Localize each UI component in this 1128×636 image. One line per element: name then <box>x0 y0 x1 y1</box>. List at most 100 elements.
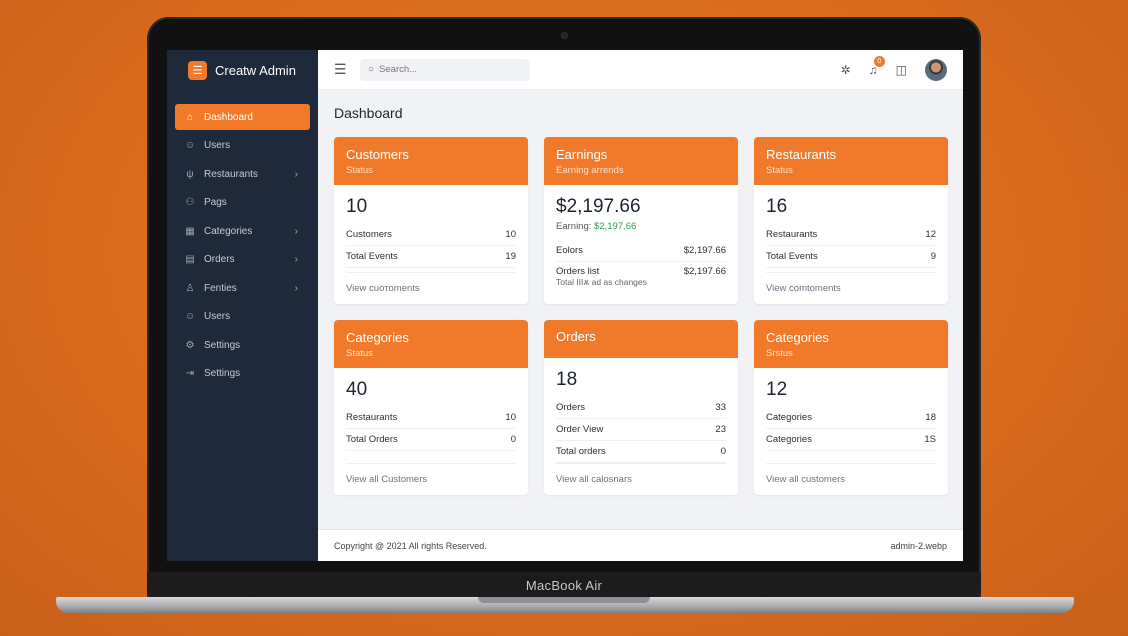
search-box: ○ <box>360 58 530 81</box>
card-row: Customers 10 <box>346 224 516 246</box>
row-label: Restaurants <box>766 229 818 240</box>
bell-icon[interactable]: ♫ 0 <box>869 55 885 77</box>
card-row: Eolors $2,197.66 <box>556 240 726 262</box>
card-metric: 40 <box>346 379 368 400</box>
card-subtitle: Status <box>766 165 793 176</box>
sidebar-item-label: Users <box>204 311 231 322</box>
card-row: Categories 1S <box>766 429 936 451</box>
card-header: Categories Status <box>334 320 528 368</box>
row-value: 9 <box>930 251 936 262</box>
card-metric: 18 <box>556 369 578 390</box>
earning-line: Earning: $2,197.66 <box>556 221 726 232</box>
row-value: $2,197.66 <box>683 245 726 256</box>
menu-icon[interactable]: ☰ <box>334 61 352 78</box>
card-footer-link[interactable]: View all calosnars <box>556 463 726 495</box>
card-row: Order View 23 <box>556 419 726 441</box>
sidebar-item-label: Fenties <box>204 282 237 294</box>
bezel-bottom: MacBook Air <box>147 572 981 598</box>
earning-value: $2,197.66 <box>594 221 637 232</box>
row-label: Eolors <box>556 245 583 256</box>
sidebar-item-categories[interactable]: ▦ Categories › <box>175 218 310 244</box>
card-header: Categories Srstus <box>754 320 948 368</box>
card-footer-link[interactable]: View comtoments <box>766 272 936 304</box>
card-categories-2: Categories Srstus 12 Categories 18 Catego… <box>754 320 948 495</box>
card-header: Customers Status <box>334 137 528 185</box>
card-grid: Customers Status 10 Customers 10 Total Ev… <box>334 137 948 495</box>
row-label: Total Events <box>346 251 398 262</box>
row-label: Total Events <box>766 251 818 262</box>
card-earnings: Earnings Earning arrends $2,197.66 Earni… <box>544 137 738 304</box>
topbar-actions: ✲ ♫ 0 ◫ <box>841 55 947 81</box>
sidebar-item-settings[interactable]: ⚙ Settings <box>175 332 310 358</box>
chevron-right-icon: › <box>294 282 298 294</box>
sidebar-item-users-2[interactable]: ☺ Users <box>175 304 310 330</box>
page-title: Dashboard <box>334 105 403 121</box>
logout-icon: ⇥ <box>185 368 195 379</box>
card-body: 12 Categories 18 Categories 1S View all cu… <box>754 368 948 495</box>
utensils-icon: ψ <box>186 168 194 180</box>
content: Dashboard Customers Status 10 Customers 1… <box>318 90 963 529</box>
sidebar-item-label: Pags <box>204 197 227 208</box>
user-icon: ☺ <box>184 311 196 322</box>
card-header: Orders <box>544 320 738 358</box>
card-title: Customers <box>346 147 409 162</box>
avatar[interactable] <box>925 58 947 81</box>
card-body: 40 Restaurants 10 Total Orders 0 View all … <box>334 368 528 495</box>
card-footer-link[interactable]: View all Customers <box>346 463 516 495</box>
brand[interactable]: ☰ Creatw Admin <box>167 50 318 90</box>
sidebar-item-restaurants[interactable]: ψ Restaurants › <box>175 161 310 187</box>
sidebar-item-settings-2[interactable]: ⇥ Settings <box>175 361 310 387</box>
card-subtitle: Srstus <box>766 348 793 359</box>
search-input[interactable] <box>379 64 510 75</box>
card-row: Total Orders 0 <box>346 429 516 451</box>
card-metric: 12 <box>766 379 788 400</box>
row-value: 18 <box>925 412 936 423</box>
card-body: 16 Restaurants 12 Total Events 9 View comt… <box>754 185 948 304</box>
row-label: Customers <box>346 229 392 240</box>
card-title: Categories <box>346 330 409 345</box>
row-value: 19 <box>505 251 516 262</box>
row-value: 10 <box>505 412 516 423</box>
notification-badge: 0 <box>873 55 885 67</box>
layout-icon[interactable]: ◫ <box>896 63 907 77</box>
row-label: Total Orders <box>346 434 398 445</box>
camera-icon <box>561 32 568 39</box>
device-label: MacBook Air <box>525 577 603 593</box>
sidebar-item-fenties[interactable]: ♙ Fenties › <box>175 275 310 301</box>
card-restaurants: Restaurants Status 16 Restaurants 12 Tota… <box>754 137 948 304</box>
screen: ☰ Creatw Admin ⌂ Dashboard ☺ Users ψ Res… <box>167 50 963 561</box>
chevron-right-icon: › <box>294 168 298 180</box>
card-footer-link[interactable]: View all customers <box>766 463 936 495</box>
copyright-text: Copyright @ 2021 All rights Reserved. <box>334 540 487 551</box>
card-metric: 16 <box>766 196 788 217</box>
card-body: 18 Orders 33 Order View 23 Total orders 0 V… <box>544 358 738 495</box>
grid-icon: ▦ <box>185 225 195 237</box>
bug-icon[interactable]: ✲ <box>841 63 851 77</box>
row-label: Orders list <box>556 265 600 277</box>
sidebar-item-pags[interactable]: ⚇ Pags <box>175 190 310 216</box>
sidebar-item-orders[interactable]: ▤ Orders › <box>175 247 310 273</box>
card-orders: Orders 18 Orders 33 Order View 23 Total or… <box>544 320 738 495</box>
brand-name: Creatw Admin <box>215 62 296 78</box>
row-value: $2,197.66 <box>683 265 726 277</box>
card-metric: 10 <box>346 196 368 217</box>
sidebar-item-label: Dashboard <box>204 111 253 123</box>
row-label: Order View <box>556 424 604 435</box>
sidebar-item-dashboard[interactable]: ⌂ Dashboard <box>175 104 310 130</box>
home-icon: ⌂ <box>186 111 194 123</box>
main-area: ☰ ○ ✲ ♫ 0 ◫ Dashboard Customers St <box>318 50 963 561</box>
card-title: Orders <box>556 329 596 344</box>
chevron-right-icon: › <box>294 254 298 265</box>
card-customers: Customers Status 10 Customers 10 Total Ev… <box>334 137 528 304</box>
brand-logo-icon: ☰ <box>188 60 207 80</box>
card-row: Categories 18 <box>766 407 936 429</box>
card-title: Categories <box>766 330 829 345</box>
card-body: $2,197.66 Earning: $2,197.66 Eolors $2,19… <box>544 185 738 304</box>
sidebar-item-users[interactable]: ☺ Users <box>175 133 310 159</box>
card-subtitle: Earning arrends <box>556 165 624 176</box>
card-row: Orders 33 <box>556 397 726 419</box>
card-subtitle: Status <box>346 348 373 359</box>
card-footer-link[interactable]: View cuотoments <box>346 272 516 304</box>
card-row: Restaurants 12 <box>766 224 936 246</box>
row-value: 0 <box>720 446 726 457</box>
